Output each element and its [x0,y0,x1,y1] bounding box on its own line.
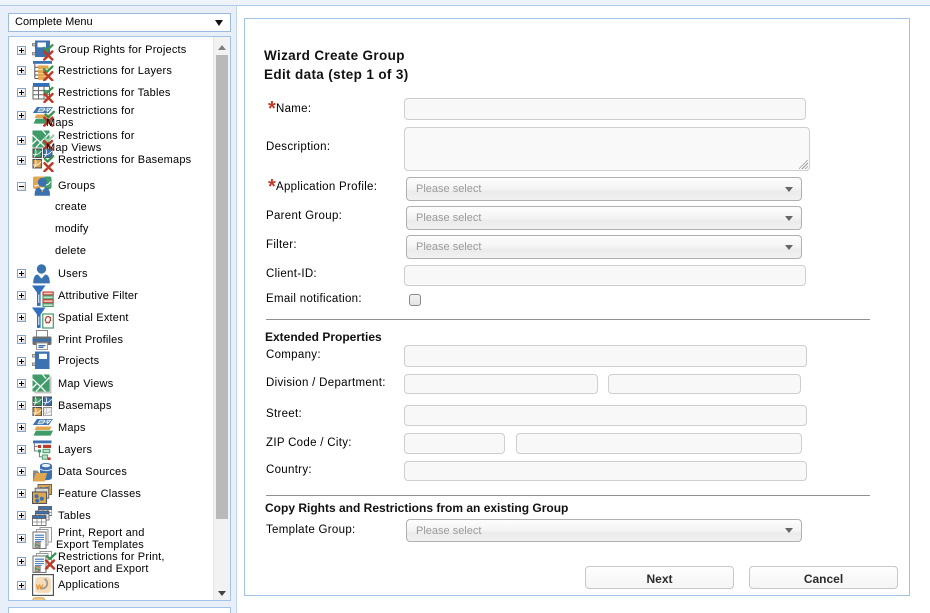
svg-text:w: w [35,582,44,592]
